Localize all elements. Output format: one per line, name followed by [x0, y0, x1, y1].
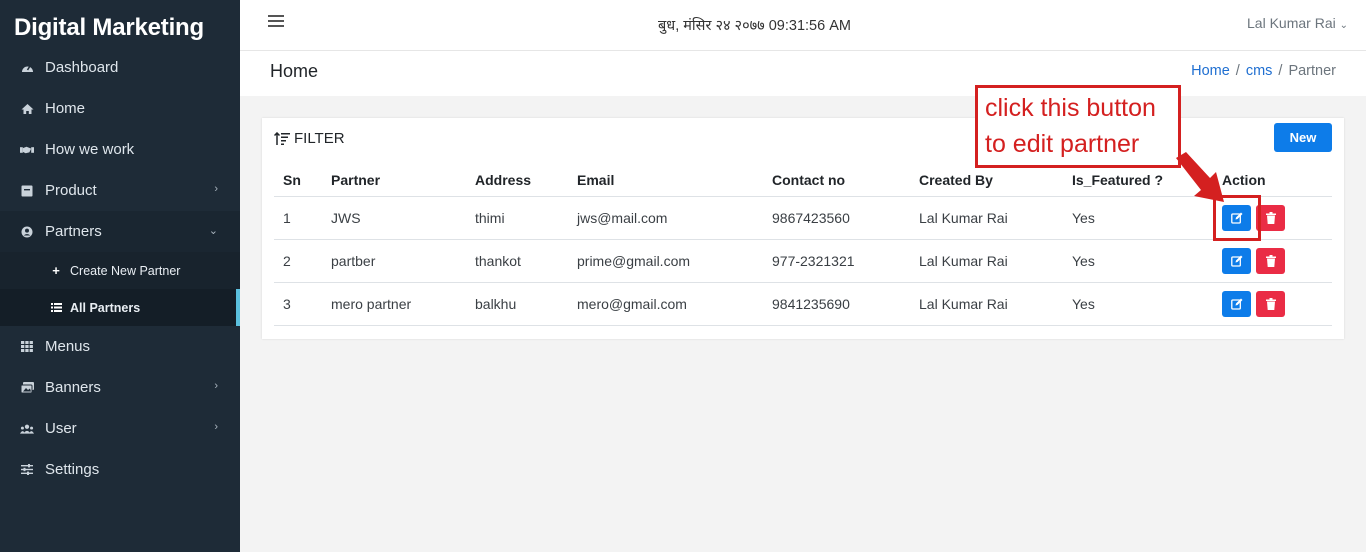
cell-address: thimi [466, 196, 568, 240]
cell-featured: Yes [1063, 239, 1213, 283]
cell-action [1213, 239, 1332, 283]
delete-button[interactable] [1256, 290, 1285, 317]
chevron-right-icon: › [214, 183, 218, 195]
images-icon [20, 381, 34, 395]
cell-created-by: Lal Kumar Rai [910, 239, 1063, 283]
top-header: बुध, मंसिर २४ २०७७ 09:31:56 AM Lal Kumar… [240, 0, 1366, 51]
col-contact: Contact no [763, 164, 910, 197]
breadcrumb-current: Partner [1288, 63, 1336, 79]
list-icon [50, 300, 62, 315]
sidebar-item-how-we-work[interactable]: How we work [0, 129, 240, 170]
header-datetime: बुध, मंसिर २४ २०७७ 09:31:56 AM [658, 18, 851, 34]
sidebar-subitem-all-partners[interactable]: All Partners [0, 289, 240, 326]
user-menu[interactable]: Lal Kumar Rai ⌄ [1247, 15, 1348, 31]
sidebar-item-product[interactable]: Product › [0, 170, 240, 211]
trash-icon [1265, 297, 1276, 310]
title-bar: Home Home / cms / Partner [240, 51, 1366, 96]
edit-icon [1230, 255, 1242, 267]
annotation-line-2: to edit partner [985, 130, 1140, 158]
col-email: Email [568, 164, 763, 197]
page-title: Home [270, 61, 319, 81]
sidebar-item-label: Dashboard [45, 59, 119, 76]
edit-button[interactable] [1222, 290, 1251, 317]
sidebar-item-partners[interactable]: Partners ⌄ [0, 211, 240, 252]
sidebar-item-dashboard[interactable]: Dashboard [0, 47, 240, 88]
sidebar-item-label: How we work [45, 141, 135, 158]
sort-filter-icon [273, 131, 290, 146]
edit-icon [1230, 298, 1242, 310]
grid-icon [20, 340, 34, 354]
sidebar-item-label: Product [45, 182, 97, 199]
sidebar-subitem-label: All Partners [70, 300, 141, 315]
cell-partner: partber [322, 239, 466, 283]
col-sn: Sn [274, 164, 322, 197]
sliders-icon [20, 463, 34, 477]
cell-partner: JWS [322, 196, 466, 240]
breadcrumb-cms[interactable]: cms [1246, 63, 1273, 79]
box-icon [20, 184, 34, 198]
filter-label: FILTER [294, 130, 345, 147]
trash-icon [1265, 254, 1276, 267]
cell-created-by: Lal Kumar Rai [910, 196, 1063, 240]
chevron-right-icon: › [214, 421, 218, 433]
new-partner-button[interactable]: New [1274, 123, 1332, 152]
chevron-down-icon: ⌄ [208, 225, 218, 237]
sidebar-item-label: Home [45, 100, 86, 117]
breadcrumb: Home / cms / Partner [1191, 63, 1336, 79]
user-name: Lal Kumar Rai [1247, 15, 1336, 31]
cell-created-by: Lal Kumar Rai [910, 282, 1063, 326]
cell-contact: 9867423560 [763, 196, 910, 240]
home-icon [20, 102, 34, 116]
plus-icon: + [52, 263, 60, 278]
sidebar-item-banners[interactable]: Banners › [0, 367, 240, 408]
sidebar-item-home[interactable]: Home [0, 88, 240, 129]
sidebar-item-settings[interactable]: Settings [0, 449, 240, 490]
cell-email: prime@gmail.com [568, 239, 763, 283]
trash-icon [1265, 211, 1276, 224]
breadcrumb-home[interactable]: Home [1191, 63, 1230, 79]
hamburger-menu-icon[interactable] [268, 15, 284, 29]
col-partner: Partner [322, 164, 466, 197]
sidebar-item-label: Settings [45, 461, 100, 478]
table-row: 2 partber thankot prime@gmail.com 977-23… [274, 239, 1332, 283]
annotation-highlight [1213, 195, 1261, 241]
handshake-icon [20, 143, 34, 157]
sidebar-item-menus[interactable]: Menus [0, 326, 240, 367]
cell-sn: 1 [274, 196, 322, 240]
annotation-line-1: click this button [985, 94, 1156, 122]
chevron-right-icon: › [214, 380, 218, 392]
table-row: 3 mero partner balkhu mero@gmail.com 984… [274, 282, 1332, 326]
cell-address: balkhu [466, 282, 568, 326]
sidebar-item-label: Partners [45, 223, 102, 240]
sidebar-item-label: User [45, 420, 77, 437]
sidebar: Digital Marketing Dashboard Home How we … [0, 0, 240, 552]
cell-address: thankot [466, 239, 568, 283]
dashboard-icon [20, 61, 34, 75]
sidebar-subitem-create-new-partner[interactable]: + Create New Partner [0, 252, 240, 289]
cell-contact: 977-2321321 [763, 239, 910, 283]
col-created-by: Created By [910, 164, 1063, 197]
user-circle-icon [20, 225, 34, 239]
users-icon [20, 422, 34, 436]
cell-contact: 9841235690 [763, 282, 910, 326]
annotation-callout: click this button to edit partner [975, 85, 1181, 168]
cell-featured: Yes [1063, 282, 1213, 326]
sidebar-item-label: Banners [45, 379, 101, 396]
sidebar-item-user[interactable]: User › [0, 408, 240, 449]
chevron-down-icon: ⌄ [1339, 20, 1348, 31]
cell-email: mero@gmail.com [568, 282, 763, 326]
cell-email: jws@mail.com [568, 196, 763, 240]
delete-button[interactable] [1256, 247, 1285, 274]
cell-partner: mero partner [322, 282, 466, 326]
cell-sn: 3 [274, 282, 322, 326]
edit-button[interactable] [1222, 247, 1251, 274]
sidebar-subitem-label: Create New Partner [70, 263, 181, 278]
filter-toggle[interactable]: FILTER [273, 130, 345, 147]
col-address: Address [466, 164, 568, 197]
cell-action [1213, 282, 1332, 326]
sidebar-item-label: Menus [45, 338, 91, 355]
cell-sn: 2 [274, 239, 322, 283]
